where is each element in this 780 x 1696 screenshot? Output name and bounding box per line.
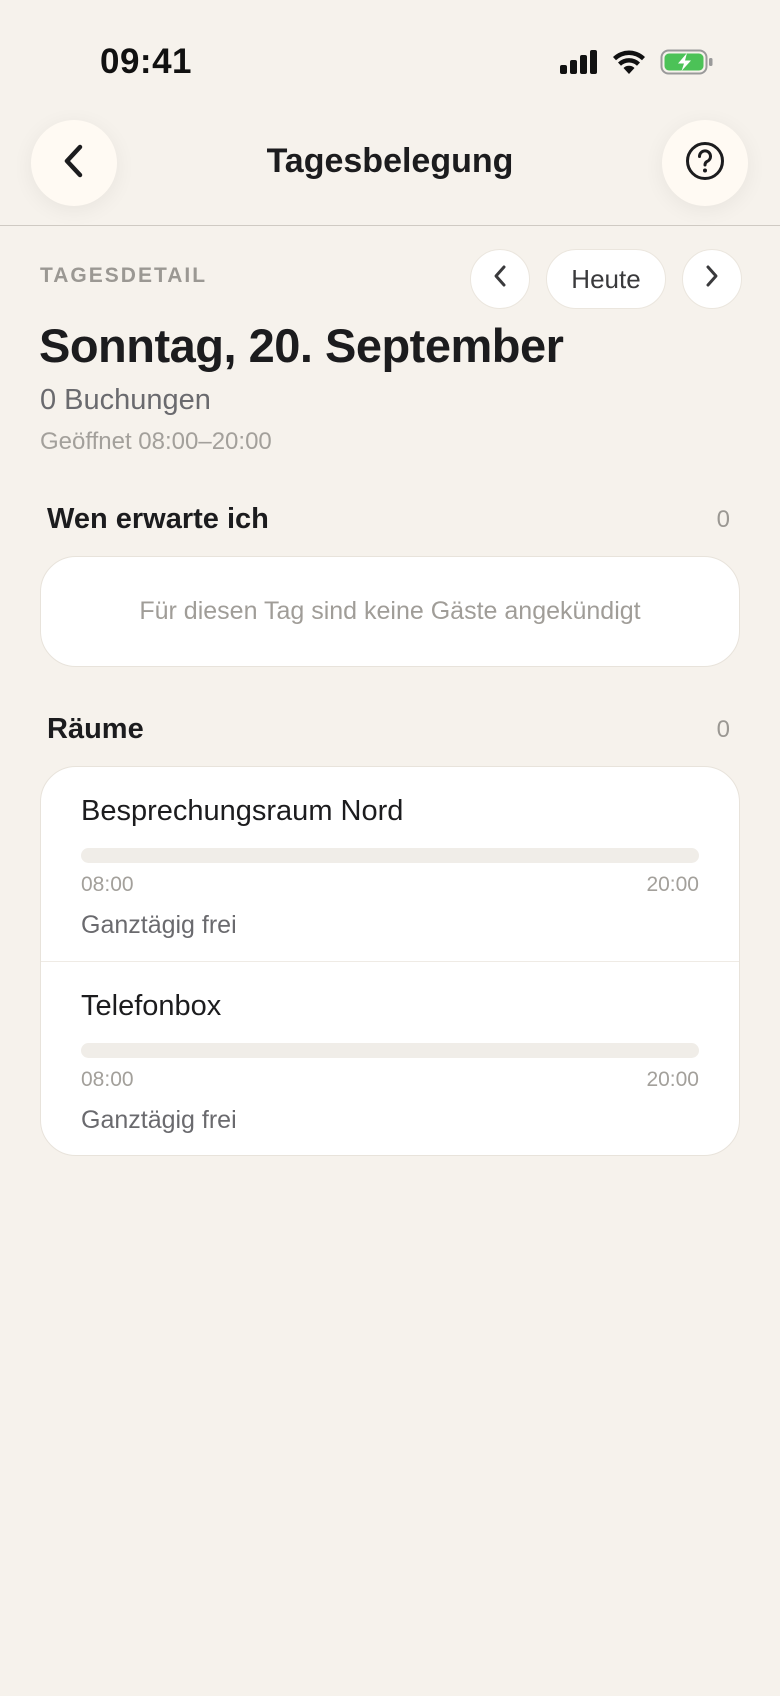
status-icons xyxy=(560,48,714,81)
room-name: Besprechungsraum Nord xyxy=(81,795,404,827)
room-timeline-labels: 08:00 20:00 xyxy=(81,1068,699,1092)
room-timeline-bar xyxy=(81,1043,699,1058)
previous-day-button[interactable] xyxy=(470,249,530,309)
day-navigation: Heute xyxy=(470,249,742,309)
room-name: Telefonbox xyxy=(81,990,222,1022)
guests-section-label: Wen erwarte ich xyxy=(47,503,269,535)
cellular-signal-icon xyxy=(560,50,598,79)
opening-hours: Geöffnet 08:00–20:00 xyxy=(40,428,272,455)
rooms-count: 0 xyxy=(716,715,730,743)
chevron-right-icon xyxy=(703,263,721,296)
section-kicker: TAGESDETAIL xyxy=(40,264,208,287)
room-status: Ganztägig frei xyxy=(81,1106,237,1134)
room-timeline-start: 08:00 xyxy=(81,873,134,896)
date-title: Sonntag, 20. September xyxy=(39,319,564,372)
room-timeline-bar xyxy=(81,848,699,863)
rooms-section-header: Räume 0 xyxy=(47,713,730,746)
help-button[interactable] xyxy=(662,120,748,206)
room-item[interactable]: Besprechungsraum Nord 08:00 20:00 Ganztä… xyxy=(41,767,739,961)
question-circle-icon xyxy=(685,141,725,186)
guests-section-header: Wen erwarte ich 0 xyxy=(47,503,730,536)
guests-empty-card: Für diesen Tag sind keine Gäste angekünd… xyxy=(40,556,740,667)
status-time: 09:41 xyxy=(100,42,193,81)
room-status: Ganztägig frei xyxy=(81,911,237,939)
wifi-icon xyxy=(612,49,646,80)
guests-empty-text: Für diesen Tag sind keine Gäste angekünd… xyxy=(139,597,641,625)
room-timeline-start: 08:00 xyxy=(81,1068,134,1091)
room-item[interactable]: Telefonbox 08:00 20:00 Ganztägig frei xyxy=(41,961,739,1155)
room-timeline-end: 20:00 xyxy=(646,873,699,896)
chevron-left-icon xyxy=(491,263,509,296)
next-day-button[interactable] xyxy=(682,249,742,309)
nav-bar: Tagesbelegung xyxy=(0,110,780,226)
room-timeline-labels: 08:00 20:00 xyxy=(81,873,699,897)
today-button[interactable]: Heute xyxy=(546,249,666,309)
rooms-section-label: Räume xyxy=(47,713,144,745)
bookings-count: 0 Buchungen xyxy=(40,384,211,416)
status-bar: 09:41 xyxy=(0,0,780,110)
rooms-card: Besprechungsraum Nord 08:00 20:00 Ganztä… xyxy=(40,766,740,1156)
room-timeline-end: 20:00 xyxy=(646,1068,699,1091)
guests-count: 0 xyxy=(716,505,730,533)
battery-charging-icon xyxy=(660,48,714,81)
